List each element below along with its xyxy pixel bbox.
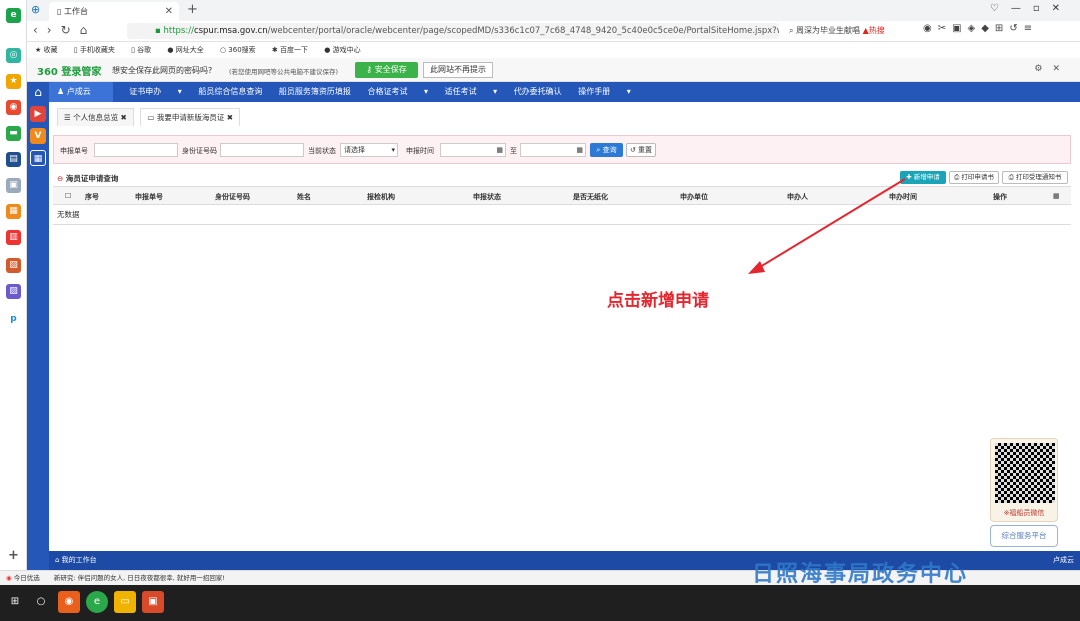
today-pick[interactable]: 今日优选 bbox=[14, 574, 40, 582]
os-taskbar: ⊞ ○ ◉ e ▭ ▣ bbox=[0, 585, 1080, 621]
home-icon[interactable]: ⌂ bbox=[55, 556, 62, 564]
news-icon: ◉ bbox=[6, 574, 14, 582]
service-platform-button[interactable]: 综合服务平台 bbox=[990, 525, 1058, 547]
qr-label: ※福船员微信 bbox=[1003, 509, 1045, 517]
search-icon[interactable]: ○ bbox=[30, 591, 52, 613]
folder-icon[interactable]: ▭ bbox=[114, 591, 136, 613]
workbench-label[interactable]: 我的工作台 bbox=[62, 556, 97, 564]
news-ticker[interactable]: 新研究: 伴侣问题的女人, 日日夜夜都很幸, 就好用一招回家! bbox=[54, 574, 225, 582]
watermark-text: 日照海事局政务中心 bbox=[752, 562, 969, 587]
qr-code-panel: ※福船员微信 bbox=[990, 438, 1058, 522]
firefox-icon[interactable]: ◉ bbox=[58, 591, 80, 613]
footer-user: 卢成云 bbox=[1053, 556, 1074, 564]
annotation-arrow bbox=[748, 178, 906, 274]
browser-360-icon[interactable]: e bbox=[86, 591, 108, 613]
qr-code-image bbox=[995, 443, 1055, 503]
annotation-text: 点击新增申请 bbox=[607, 291, 709, 311]
app-icon[interactable]: ▣ bbox=[142, 591, 164, 613]
windows-start-icon[interactable]: ⊞ bbox=[4, 591, 26, 613]
